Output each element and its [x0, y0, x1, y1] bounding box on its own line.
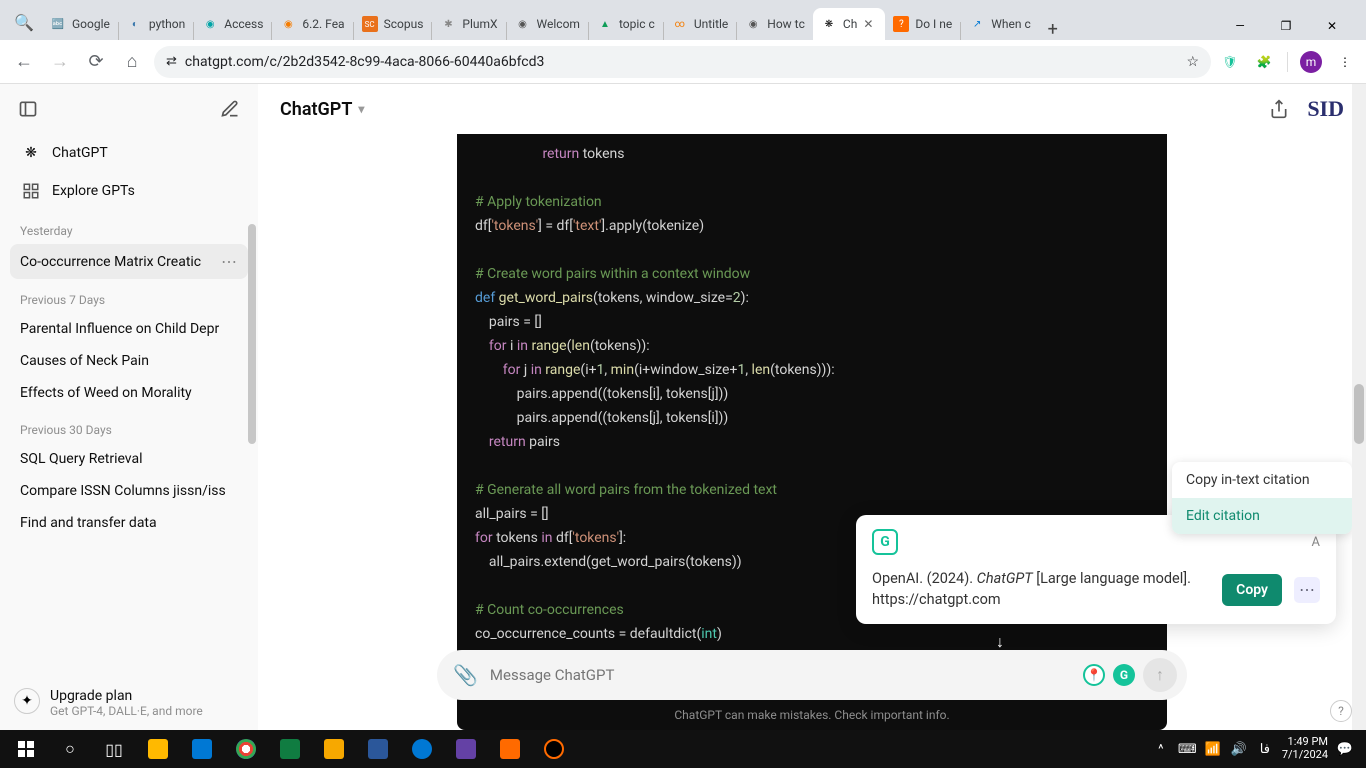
message-input-container: 📎 📍 G ↑	[437, 650, 1187, 700]
task-view-button[interactable]: ▯▯	[92, 730, 136, 768]
tray-wifi-icon[interactable]: 📶	[1204, 742, 1222, 757]
model-selector[interactable]: ChatGPT ▾	[280, 99, 364, 120]
taskbar-app[interactable]	[488, 730, 532, 768]
chrome-menu-icon[interactable]: ⋮	[1334, 51, 1356, 73]
close-tab-icon[interactable]: ✕	[863, 17, 877, 31]
attach-file-icon[interactable]: 📎	[453, 663, 478, 687]
code-block: return tokens # Apply tokenization df['t…	[457, 134, 1167, 730]
back-button[interactable]: ←	[10, 48, 38, 76]
home-button[interactable]: ⌂	[118, 48, 146, 76]
citation-copy-button[interactable]: Copy	[1222, 574, 1282, 606]
browser-tab[interactable]: ∞Untitle	[664, 8, 736, 40]
browser-tab[interactable]: ◉6.2. Fea	[272, 8, 352, 40]
sidebar-scrollbar[interactable]	[246, 224, 256, 644]
footer-disclaimer: ChatGPT can make mistakes. Check importa…	[258, 708, 1366, 722]
grid-icon	[20, 180, 42, 202]
browser-toolbar: ← → ⟳ ⌂ ⇄ chatgpt.com/c/2b2d3542-8c99-4a…	[0, 40, 1366, 84]
address-bar[interactable]: ⇄ chatgpt.com/c/2b2d3542-8c99-4aca-8066-…	[154, 46, 1211, 78]
grammarly-logo-icon: G	[872, 529, 898, 555]
site-info-icon[interactable]: ⇄	[166, 54, 177, 69]
sparkle-icon: ✦	[14, 688, 40, 714]
browser-tab[interactable]: ◐python	[119, 8, 193, 40]
conversation-item[interactable]: Find and transfer data	[10, 507, 248, 539]
conversation-item[interactable]: Causes of Neck Pain	[10, 345, 248, 377]
taskbar-app[interactable]	[444, 730, 488, 768]
conversation-item[interactable]: Compare ISSN Columns jissn/iss	[10, 475, 248, 507]
page-scrollbar[interactable]	[1352, 84, 1366, 730]
browser-tab[interactable]: ◉Access	[194, 8, 271, 40]
browser-tab-strip: 🔍 🔤Google ◐python ◉Access ◉6.2. Fea SCSc…	[0, 0, 1366, 40]
upgrade-plan[interactable]: ✦ Upgrade plan Get GPT-4, DALL·E, and mo…	[0, 675, 258, 730]
grammarly-icon[interactable]: G	[1113, 664, 1135, 686]
taskbar-clock[interactable]: 1:49 PM 7/1/2024	[1282, 736, 1328, 761]
profile-avatar[interactable]: m	[1300, 51, 1322, 73]
taskbar-app[interactable]	[312, 730, 356, 768]
menu-copy-intext[interactable]: Copy in-text citation	[1172, 462, 1352, 498]
conversation-item[interactable]: SQL Query Retrieval	[10, 443, 248, 475]
forward-button[interactable]: →	[46, 48, 74, 76]
browser-tab-active[interactable]: ❋Ch✕	[813, 8, 885, 40]
browser-tab[interactable]: SCScopus	[354, 8, 432, 40]
conversation-item[interactable]: Parental Influence on Child Depr	[10, 313, 248, 345]
browser-tab[interactable]: ?Do I ne	[885, 8, 960, 40]
sidebar-section-head: Yesterday	[10, 210, 248, 244]
start-button[interactable]	[4, 730, 48, 768]
taskbar-app[interactable]	[180, 730, 224, 768]
browser-tab[interactable]: 🔤Google	[42, 8, 118, 40]
taskbar-app-word[interactable]	[356, 730, 400, 768]
share-button[interactable]	[1269, 99, 1289, 119]
new-chat-button[interactable]	[216, 95, 244, 123]
grammarly-pin-icon[interactable]: 📍	[1083, 664, 1105, 686]
window-minimize-button[interactable]: —	[1226, 12, 1254, 40]
menu-edit-citation[interactable]: Edit citation	[1172, 498, 1352, 534]
send-button[interactable]: ↑	[1143, 658, 1177, 692]
citation-menu: Copy in-text citation Edit citation	[1172, 462, 1352, 534]
sidebar-explore-gpts[interactable]: Explore GPTs	[10, 172, 248, 210]
chevron-down-icon: ▾	[358, 102, 364, 116]
extension-shield-icon[interactable]: 🛡	[1219, 51, 1241, 73]
extensions-icon[interactable]: 🧩	[1253, 51, 1275, 73]
collapse-sidebar-button[interactable]	[14, 95, 42, 123]
sidebar-section-head: Previous 30 Days	[10, 409, 248, 443]
taskbar-app-explorer[interactable]	[136, 730, 180, 768]
bookmark-icon[interactable]: ☆	[1186, 54, 1199, 70]
citation-text: OpenAI. (2024). ChatGPT [Large language …	[872, 569, 1210, 610]
chatgpt-logo-icon: ❋	[20, 142, 42, 164]
tray-language[interactable]: فا	[1256, 742, 1274, 757]
main-area: ChatGPT ▾ SID return tokens # Apply toke…	[258, 84, 1366, 730]
tray-keyboard-icon[interactable]: ⌨	[1178, 742, 1196, 757]
tab-search-icon[interactable]: 🔍	[6, 4, 42, 40]
reload-button[interactable]: ⟳	[82, 48, 110, 76]
browser-tab[interactable]: ▲topic c	[589, 8, 663, 40]
url-text: chatgpt.com/c/2b2d3542-8c99-4aca-8066-60…	[185, 54, 544, 70]
taskbar-app-edge[interactable]	[400, 730, 444, 768]
browser-tab[interactable]: ↗When c	[961, 8, 1039, 40]
conversation-menu-icon[interactable]: ⋯	[221, 252, 238, 271]
new-tab-button[interactable]: +	[1039, 19, 1067, 40]
windows-taskbar: ○ ▯▯ ^ ⌨ 📶 🔊 فا 1:49 PM 7/1/2024 💬	[0, 730, 1366, 768]
help-button[interactable]: ?	[1330, 700, 1352, 722]
tray-chevron-icon[interactable]: ^	[1152, 742, 1170, 757]
sid-brand[interactable]: SID	[1307, 96, 1344, 122]
browser-tab[interactable]: ✱PlumX	[432, 8, 505, 40]
taskbar-app-excel[interactable]	[268, 730, 312, 768]
citation-style-label[interactable]: A	[1312, 535, 1320, 550]
sidebar-chatgpt[interactable]: ❋ ChatGPT	[10, 134, 248, 172]
window-close-button[interactable]: ✕	[1318, 12, 1346, 40]
message-input[interactable]	[490, 666, 1071, 684]
window-maximize-button[interactable]: ❐	[1272, 12, 1300, 40]
browser-tab[interactable]: ◉Welcom	[507, 8, 588, 40]
taskbar-app-media[interactable]	[532, 730, 576, 768]
conversation-item[interactable]: Effects of Weed on Morality	[10, 377, 248, 409]
notifications-icon[interactable]: 💬	[1336, 742, 1354, 757]
sidebar: ❋ ChatGPT Explore GPTs Yesterday Co-occu…	[0, 84, 258, 730]
taskbar-search[interactable]: ○	[48, 730, 92, 768]
conversation-item-active[interactable]: Co-occurrence Matrix Creatic ⋯	[10, 244, 248, 279]
citation-more-button[interactable]: ⋯	[1294, 577, 1320, 603]
tray-volume-icon[interactable]: 🔊	[1230, 742, 1248, 757]
sidebar-section-head: Previous 7 Days	[10, 279, 248, 313]
browser-tab[interactable]: ◉How tc	[737, 8, 813, 40]
taskbar-app-chrome[interactable]	[224, 730, 268, 768]
